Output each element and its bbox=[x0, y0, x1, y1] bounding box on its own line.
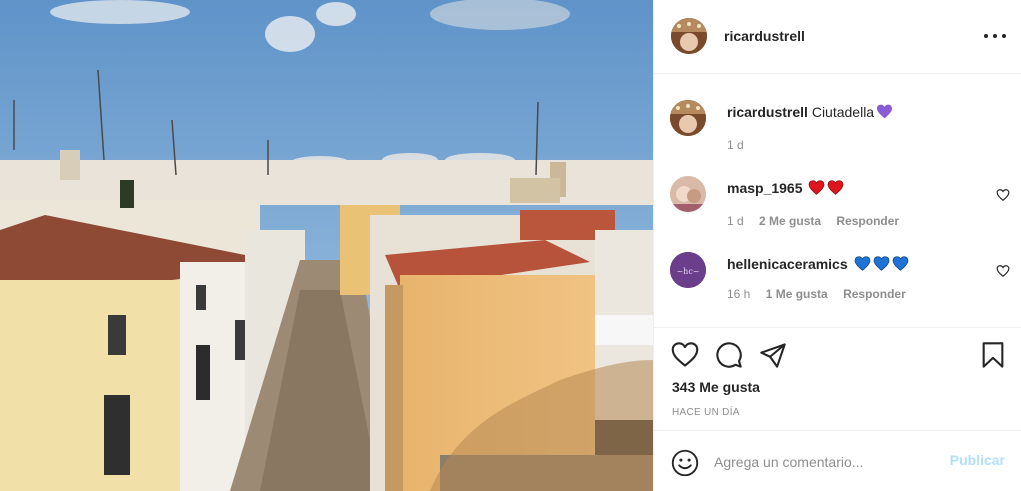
red-heart-emoji bbox=[809, 180, 825, 195]
comment-likes[interactable]: 1 Me gusta bbox=[766, 287, 828, 301]
comment-item: masp_1965 1 d 2 Me gusta Responder bbox=[670, 176, 1010, 236]
comment-avatar[interactable] bbox=[670, 176, 706, 212]
comment-likes[interactable]: 2 Me gusta bbox=[759, 214, 821, 228]
heart-icon[interactable] bbox=[671, 341, 699, 369]
publish-button[interactable]: Publicar bbox=[950, 452, 1005, 468]
comment-time[interactable]: 1 d bbox=[727, 214, 744, 228]
post-photo[interactable] bbox=[0, 0, 653, 491]
comment-icon[interactable] bbox=[715, 341, 743, 369]
caption-username[interactable]: ricardustrell bbox=[727, 104, 808, 120]
comment-meta: 16 h 1 Me gusta Responder bbox=[727, 287, 918, 301]
bookmark-icon[interactable] bbox=[979, 341, 1007, 369]
comment-meta: 1 d 2 Me gusta Responder bbox=[727, 214, 911, 228]
post-side-panel: ricardustrell ricardustrell Ciutadella 1… bbox=[653, 0, 1021, 491]
caption-time[interactable]: 1 d bbox=[727, 138, 744, 152]
post-header: ricardustrell bbox=[654, 0, 1021, 74]
reply-button[interactable]: Responder bbox=[836, 214, 899, 228]
comment-text: masp_1965 bbox=[727, 179, 844, 197]
purple-heart-emoji bbox=[877, 104, 893, 119]
blue-heart-emoji bbox=[873, 256, 889, 271]
post-actions: 343 Me gusta HACE UN DÍA bbox=[654, 329, 1021, 431]
comment-time[interactable]: 16 h bbox=[727, 287, 750, 301]
likes-count[interactable]: 343 Me gusta bbox=[672, 379, 760, 395]
share-icon[interactable] bbox=[759, 341, 787, 369]
comment-input[interactable] bbox=[714, 450, 934, 474]
caption-text: ricardustrell Ciutadella bbox=[727, 103, 893, 121]
comment-item: ~hc~ hellenicaceramics 16 h 1 Me gusta R… bbox=[670, 252, 1010, 312]
comment-avatar[interactable]: ~hc~ bbox=[670, 252, 706, 288]
author-username[interactable]: ricardustrell bbox=[724, 28, 805, 44]
add-comment-bar: Publicar bbox=[654, 432, 1021, 491]
street-photo-image bbox=[0, 0, 653, 491]
caption-body: Ciutadella bbox=[811, 104, 875, 120]
comment-text: hellenicaceramics bbox=[727, 255, 909, 273]
blue-heart-emoji bbox=[854, 256, 870, 271]
caption-meta: 1 d bbox=[727, 138, 756, 152]
blue-heart-emoji bbox=[892, 256, 908, 271]
svg-text:~hc~: ~hc~ bbox=[676, 267, 699, 276]
like-comment-heart-icon[interactable] bbox=[996, 264, 1010, 278]
smile-icon[interactable] bbox=[671, 449, 699, 477]
red-heart-emoji bbox=[828, 180, 844, 195]
comment-username[interactable]: hellenicaceramics bbox=[727, 256, 848, 272]
post-time-ago[interactable]: HACE UN DÍA bbox=[672, 407, 740, 418]
like-comment-heart-icon[interactable] bbox=[996, 188, 1010, 202]
comment-username[interactable]: masp_1965 bbox=[727, 180, 803, 196]
more-options-icon[interactable] bbox=[984, 27, 1006, 45]
reply-button[interactable]: Responder bbox=[843, 287, 906, 301]
author-avatar[interactable] bbox=[671, 18, 707, 54]
caption-avatar[interactable] bbox=[670, 100, 706, 136]
comments-list: ricardustrell Ciutadella 1 d masp_1965 1… bbox=[654, 75, 1021, 328]
caption: ricardustrell Ciutadella 1 d bbox=[670, 100, 1010, 160]
